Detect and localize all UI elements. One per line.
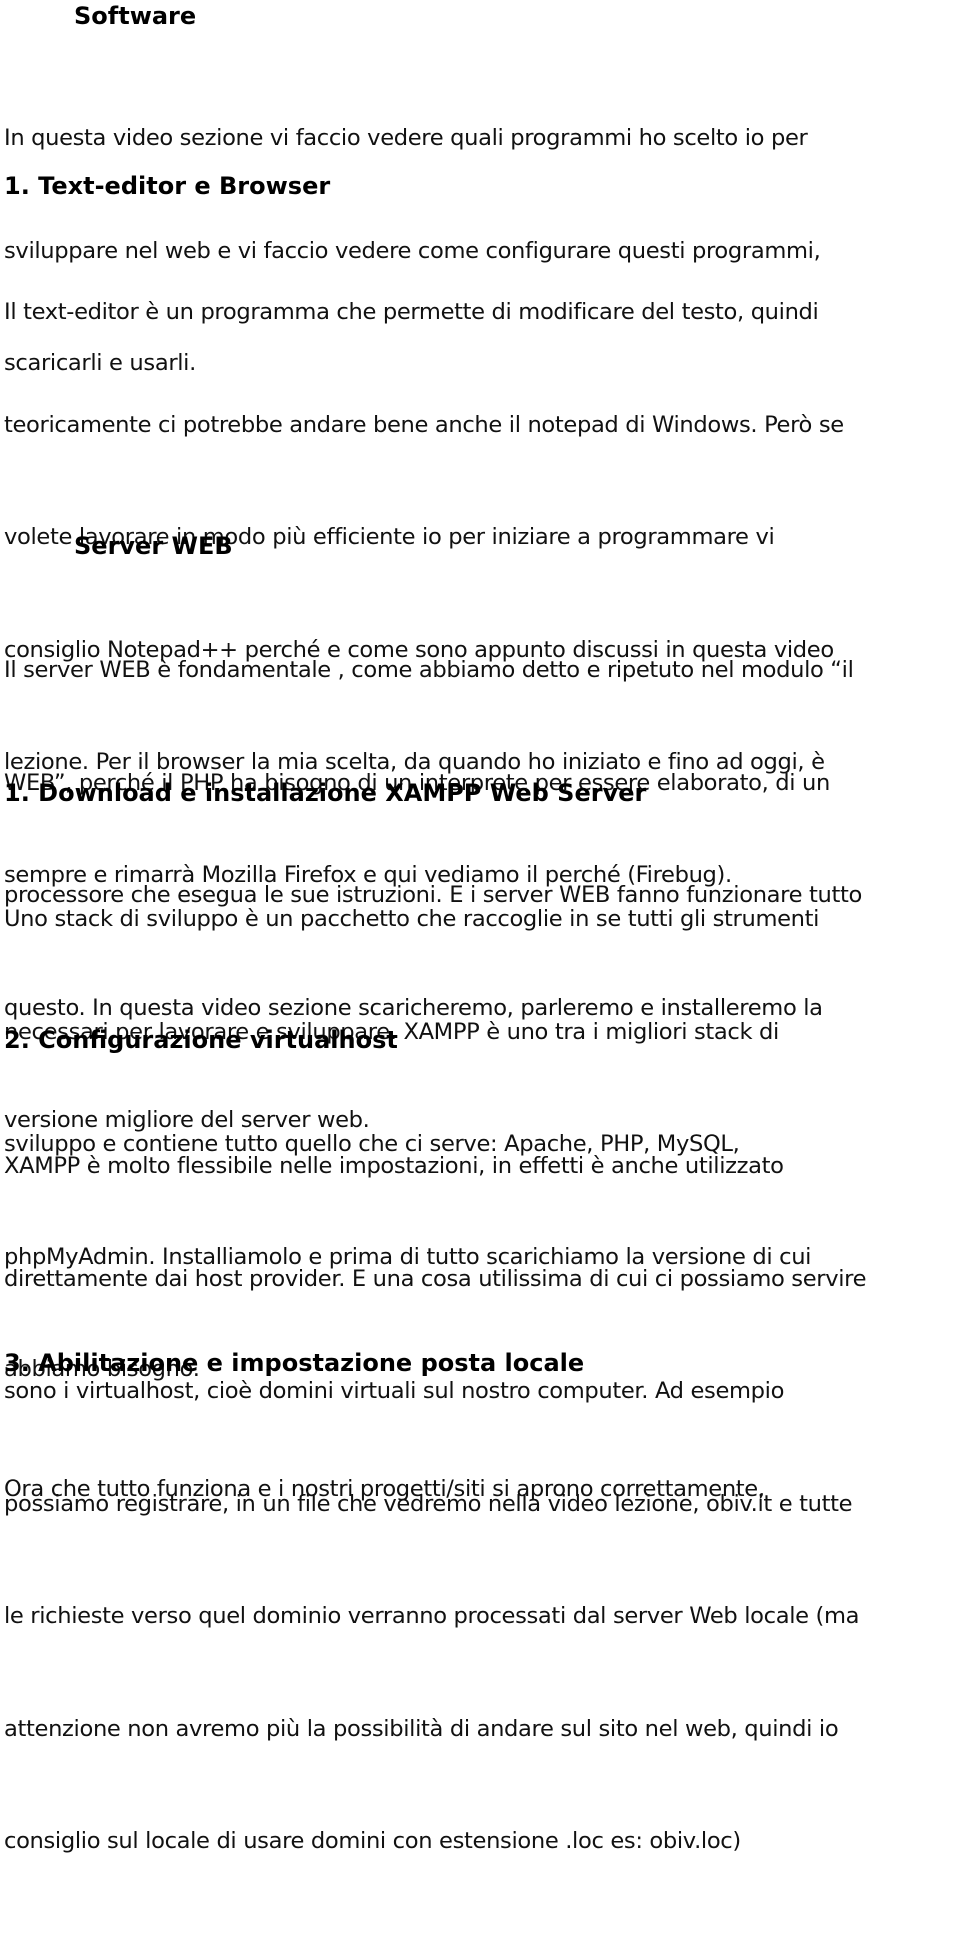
subsection-heading-text-editor: 1. Text-editor e Browser (4, 172, 331, 200)
text-line: teoricamente ci potrebbe andare bene anc… (4, 411, 844, 438)
document-page: Software In questa video sezione vi facc… (0, 0, 960, 1854)
text-line: le richieste verso quel dominio verranno… (4, 1603, 860, 1629)
subsection-heading-posta-locale: 3. Abilitazione e impostazione posta loc… (4, 1349, 585, 1377)
text-line: consiglio sul locale di usare domini con… (4, 1828, 741, 1854)
text-line: attenzione non avremo più la possibilità… (4, 1715, 839, 1742)
text-line: Il server WEB è fondamentale , come abbi… (4, 657, 854, 683)
subsection-heading-virtualhost: 2. Configurazione virtualhost (4, 1026, 398, 1054)
posta-locale-paragraph: Ora che tutto funziona e i nostri proget… (4, 1396, 765, 1584)
text-line: Ora che tutto funziona e i nostri proget… (4, 1476, 765, 1502)
subsection-heading-xampp-download: 1. Download e installazione XAMPP Web Se… (4, 779, 647, 807)
text-line: Uno stack di sviluppo è un pacchetto che… (4, 906, 820, 932)
text-line: XAMPP è molto flessibile nelle impostazi… (4, 1153, 784, 1179)
text-line: Il text-editor è un programma che permet… (4, 299, 819, 325)
text-line: direttamente dai host provider. E una co… (4, 1265, 867, 1292)
text-line: In questa video sezione vi faccio vedere… (4, 125, 808, 151)
section-title-software: Software (74, 2, 197, 30)
section-title-server-web: Server WEB (74, 532, 233, 560)
